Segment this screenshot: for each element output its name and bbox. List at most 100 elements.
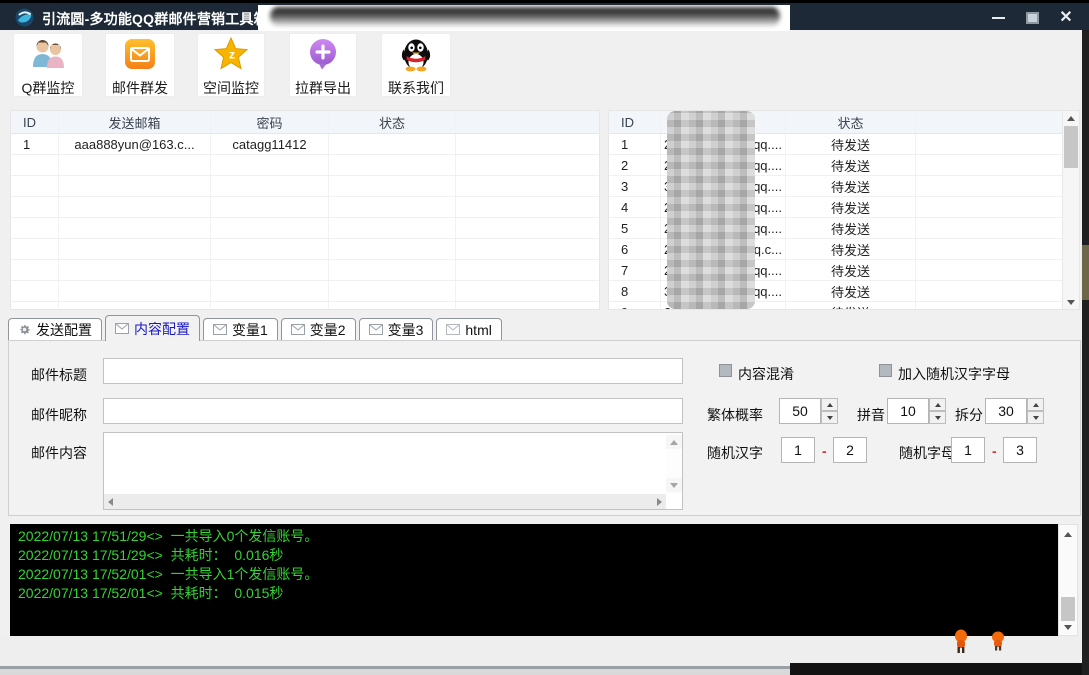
arrow-up-icon	[670, 440, 678, 445]
mascot-figure	[953, 629, 971, 660]
toolbar-button-qzone-monitor[interactable]: z 空间监控	[197, 33, 265, 97]
table-row-empty[interactable]	[11, 176, 599, 197]
email-nickname-input[interactable]	[103, 398, 683, 424]
close-button[interactable]: ✕	[1049, 3, 1083, 33]
random-chars-label: 加入随机汉字字母	[898, 364, 1010, 384]
maximize-icon	[1026, 12, 1039, 24]
tab-html[interactable]: html	[436, 318, 501, 341]
pinyin-input[interactable]	[887, 398, 929, 424]
table-row-empty[interactable]	[11, 239, 599, 260]
scroll-down-button[interactable]	[1060, 620, 1076, 634]
textarea-hscrollbar[interactable]	[104, 494, 666, 509]
tab-variable2[interactable]: 变量2	[281, 318, 356, 341]
gear-icon	[18, 323, 31, 336]
sender-table-header: ID 发送邮箱 密码 状态	[11, 111, 599, 134]
svg-text:z: z	[229, 48, 235, 62]
split-stepper[interactable]	[1027, 398, 1044, 424]
toolbar-button-label: 拉群导出	[295, 78, 351, 98]
scroll-down-button[interactable]	[1063, 295, 1079, 309]
column-header-id[interactable]: ID	[609, 111, 661, 133]
letter-max-input[interactable]	[1003, 437, 1037, 463]
minimize-button[interactable]	[981, 3, 1015, 33]
desktop-background-accent	[1082, 245, 1089, 300]
email-censor-blob	[667, 111, 755, 309]
column-header-extra	[916, 111, 1062, 133]
tab-content-config[interactable]: 内容配置	[105, 315, 200, 341]
table-row-empty[interactable]	[11, 218, 599, 239]
envelope-icon	[369, 324, 383, 335]
couple-icon	[30, 36, 66, 77]
log-scrollbar[interactable]	[1058, 524, 1078, 636]
pinyin-stepper[interactable]	[929, 398, 946, 424]
table-row-empty[interactable]	[11, 197, 599, 218]
content-mix-checkbox[interactable]	[719, 364, 732, 377]
receiver-table: ID 接收 状态 12qq....待发送 22qq....待发送 33qq...…	[608, 110, 1080, 310]
hanzi-max-input[interactable]	[833, 437, 867, 463]
email-content-label: 邮件内容	[31, 443, 87, 463]
sender-table: ID 发送邮箱 密码 状态 1 aaa888yun@163.c... catag…	[10, 110, 600, 310]
hanzi-min-input[interactable]	[781, 437, 815, 463]
column-header-status[interactable]: 状态	[329, 111, 456, 133]
mascot-figure	[990, 631, 1006, 656]
tab-label: html	[465, 322, 491, 338]
traditional-prob-stepper[interactable]	[821, 398, 838, 424]
letter-min-input[interactable]	[951, 437, 985, 463]
email-title-label: 邮件标题	[31, 365, 87, 385]
scrollbar-thumb[interactable]	[1064, 126, 1078, 168]
random-letter-label: 随机字母	[899, 443, 955, 463]
toolbar-button-qgroup-monitor[interactable]: Q群监控	[13, 33, 83, 97]
split-input[interactable]	[985, 398, 1027, 424]
cell-send-email: aaa888yun@163.c...	[59, 134, 211, 154]
random-hanzi-label: 随机汉字	[707, 443, 763, 463]
column-header-send-email[interactable]: 发送邮箱	[59, 111, 211, 133]
tab-label: 变量1	[232, 320, 268, 340]
status-badge: 待发送	[786, 260, 916, 280]
toolbar-button-contact-us[interactable]: 联系我们	[381, 33, 451, 97]
scroll-down-button[interactable]	[666, 478, 682, 492]
app-window: 引流圆-多功能QQ群邮件营销工具箱v7.0 ✕ Q群监控	[0, 0, 1089, 675]
scroll-up-button[interactable]	[1063, 111, 1079, 125]
desktop-background-edge	[1082, 30, 1089, 675]
table-row-empty[interactable]	[11, 155, 599, 176]
tab-label: 内容配置	[134, 319, 190, 339]
arrow-up-icon	[1067, 116, 1075, 121]
receiver-table-scrollbar[interactable]	[1062, 111, 1079, 309]
email-title-input[interactable]	[103, 358, 683, 384]
toolbar-button-mail-blast[interactable]: 邮件群发	[105, 33, 175, 97]
titlebar[interactable]: 引流圆-多功能QQ群邮件营销工具箱v7.0 ✕	[0, 0, 1089, 30]
column-header-status[interactable]: 状态	[786, 111, 916, 133]
maximize-button[interactable]	[1015, 3, 1049, 33]
column-header-password[interactable]: 密码	[211, 111, 329, 133]
toolbar-button-group-export[interactable]: 拉群导出	[289, 33, 357, 97]
log-console[interactable]: 2022/07/13 17/51/29<> 一共导入0个发信账号。 2022/0…	[10, 524, 1058, 636]
table-row[interactable]: 1 aaa888yun@163.c... catagg11412	[11, 134, 599, 155]
tab-send-config[interactable]: 发送配置	[8, 318, 102, 341]
random-chars-checkbox[interactable]	[879, 364, 892, 377]
column-header-id[interactable]: ID	[11, 111, 59, 133]
tab-variable1[interactable]: 变量1	[203, 318, 278, 341]
log-line: 2022/07/13 17/52/01<> 共耗时： 0.015秒	[18, 584, 1050, 603]
textarea-vscrollbar[interactable]	[666, 433, 682, 494]
status-badge: 待发送	[786, 218, 916, 238]
minimize-icon	[992, 17, 1005, 19]
arrow-left-icon	[108, 498, 113, 506]
close-icon: ✕	[1059, 10, 1072, 26]
tab-variable3[interactable]: 变量3	[359, 318, 434, 341]
toolbar-button-label: Q群监控	[22, 78, 75, 98]
scroll-up-button[interactable]	[1060, 527, 1076, 541]
email-content-textarea[interactable]	[103, 432, 683, 510]
table-row-empty[interactable]	[11, 302, 599, 310]
status-badge: 待发送	[786, 302, 916, 310]
envelope-icon	[446, 324, 460, 335]
status-badge: 待发送	[786, 134, 916, 154]
toolbar-button-label: 空间监控	[203, 78, 259, 98]
table-row-empty[interactable]	[11, 281, 599, 302]
split-label: 拆分	[955, 405, 983, 425]
toolbar-button-label: 联系我们	[388, 78, 444, 98]
status-badge: 待发送	[786, 176, 916, 196]
traditional-prob-input[interactable]	[779, 398, 821, 424]
scroll-up-button[interactable]	[666, 435, 682, 449]
scrollbar-thumb[interactable]	[1061, 597, 1075, 621]
table-row-empty[interactable]	[11, 260, 599, 281]
arrow-down-icon	[670, 483, 678, 488]
